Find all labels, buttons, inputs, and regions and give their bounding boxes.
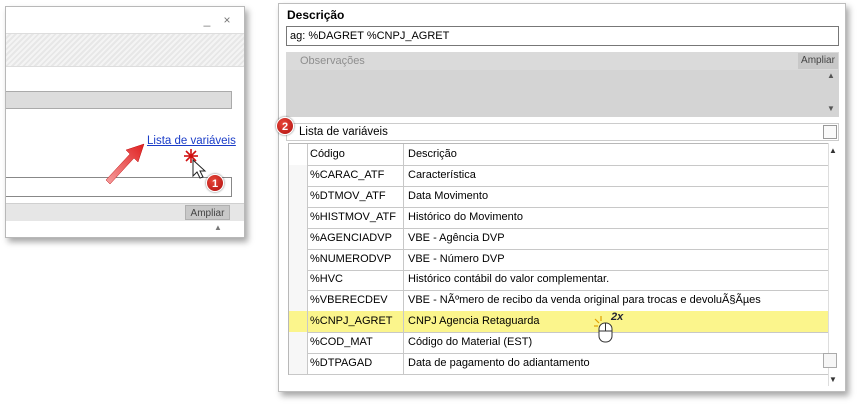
observations-scroll-down-icon[interactable]: ▼ <box>827 104 835 113</box>
minimize-icon[interactable]: _ <box>202 14 212 26</box>
table-row[interactable]: %HISTMOV_ATF Histórico do Movimento <box>289 206 828 229</box>
table-row[interactable]: %HVC Histórico contábil do valor compleme… <box>289 269 828 292</box>
close-icon[interactable]: × <box>222 14 232 26</box>
table-row[interactable]: %DTPAGAD Data de pagamento do adiantament… <box>289 353 828 375</box>
row-indicator <box>289 185 308 207</box>
cell-description[interactable]: Característica <box>405 165 828 186</box>
description-label: Descrição <box>287 8 345 22</box>
row-indicator <box>289 248 308 270</box>
hatched-header <box>6 33 244 67</box>
column-header-description[interactable]: Descrição <box>405 144 828 165</box>
cell-description[interactable]: Data Movimento <box>405 186 828 207</box>
cell-description[interactable]: VBE - Agência DVP <box>405 228 828 249</box>
row-indicator <box>289 269 308 291</box>
cell-description[interactable]: Data de pagamento do adiantamento <box>405 353 828 374</box>
cell-description[interactable]: Histórico do Movimento <box>405 207 828 228</box>
scroll-up-icon[interactable]: ▲ <box>214 223 222 232</box>
row-indicator <box>289 290 308 312</box>
observations-label: Observações <box>300 55 365 67</box>
row-indicator <box>289 332 308 354</box>
table-row[interactable]: %CARAC_ATF Característica <box>289 164 828 187</box>
cell-code[interactable]: %NUMERODVP <box>308 248 404 270</box>
table-row[interactable]: %COD_MAT Código do Material (EST) <box>289 332 828 355</box>
cell-code[interactable]: %AGENCIADVP <box>308 227 404 249</box>
variables-link[interactable]: Lista de variáveis <box>147 135 236 147</box>
observations-ampliar-button[interactable]: Ampliar <box>798 53 838 69</box>
row-indicator <box>289 164 308 186</box>
cell-description[interactable]: Histórico contábil do valor complementar… <box>405 269 828 290</box>
cell-code[interactable]: %HISTMOV_ATF <box>308 206 404 228</box>
cell-description[interactable]: VBE - NÃºmero de recibo da venda origina… <box>405 290 828 311</box>
description-input[interactable]: ag: %DAGRET %CNPJ_AGRET <box>286 26 839 46</box>
cell-code[interactable]: %CNPJ_AGRET <box>308 311 404 333</box>
observations-memo[interactable] <box>6 221 232 237</box>
row-indicator <box>289 353 308 374</box>
click-cursor-icon <box>184 149 207 179</box>
cell-code[interactable]: %CARAC_ATF <box>308 164 404 186</box>
variables-label: Lista de variáveis <box>299 126 388 138</box>
observations-memo[interactable] <box>286 70 839 117</box>
row-indicator <box>289 227 308 249</box>
right-dialog: Descrição ag: %DAGRET %CNPJ_AGRET Observ… <box>278 3 846 392</box>
step-badge-1: 1 <box>206 174 224 192</box>
table-row[interactable]: %DTMOV_ATF Data Movimento <box>289 185 828 208</box>
cell-code[interactable]: %DTPAGAD <box>308 353 404 374</box>
observations-scroll-up-icon[interactable]: ▲ <box>827 71 835 80</box>
observations-header <box>286 52 839 70</box>
ampliar-button[interactable]: Ampliar <box>185 205 230 220</box>
left-dialog: _ × Lista de variáveis Ampliar ▲ <box>5 6 245 238</box>
grid-scrollbar[interactable] <box>828 143 840 386</box>
grid-scroll-down-icon[interactable]: ▼ <box>829 375 837 384</box>
table-row[interactable]: %NUMERODVP VBE - Número DVP <box>289 248 828 271</box>
arrow-icon <box>105 143 145 185</box>
row-indicator <box>289 206 308 228</box>
table-row[interactable]: %VBERECDEV VBE - NÃºmero de recibo da ven… <box>289 290 828 313</box>
table-row[interactable]: %AGENCIADVP VBE - Agência DVP <box>289 227 828 250</box>
cell-code[interactable]: %HVC <box>308 269 404 291</box>
disabled-field <box>6 91 232 109</box>
cell-code[interactable]: %COD_MAT <box>308 332 404 354</box>
cell-code[interactable]: %VBERECDEV <box>308 290 404 312</box>
cell-description[interactable]: Código do Material (EST) <box>405 332 828 353</box>
row-indicator <box>289 311 308 333</box>
table-row[interactable]: %CNPJ_AGRET CNPJ Agencia Retaguarda <box>289 311 828 334</box>
grid-scroll-up-icon[interactable]: ▲ <box>829 146 837 155</box>
double-click-label: 2x <box>611 311 624 323</box>
column-header-code[interactable]: Código <box>308 144 404 165</box>
row-indicator <box>289 144 308 165</box>
cell-code[interactable]: %DTMOV_ATF <box>308 185 404 207</box>
grid-scroll-thumb[interactable] <box>823 353 837 368</box>
step-badge-2: 2 <box>276 117 294 135</box>
cell-description[interactable]: VBE - Número DVP <box>405 249 828 270</box>
variables-grid: Código Descrição %CARAC_ATF Característic… <box>288 143 828 375</box>
grid-header-row: Código Descrição <box>289 144 828 166</box>
variables-checkbox[interactable] <box>823 125 837 139</box>
